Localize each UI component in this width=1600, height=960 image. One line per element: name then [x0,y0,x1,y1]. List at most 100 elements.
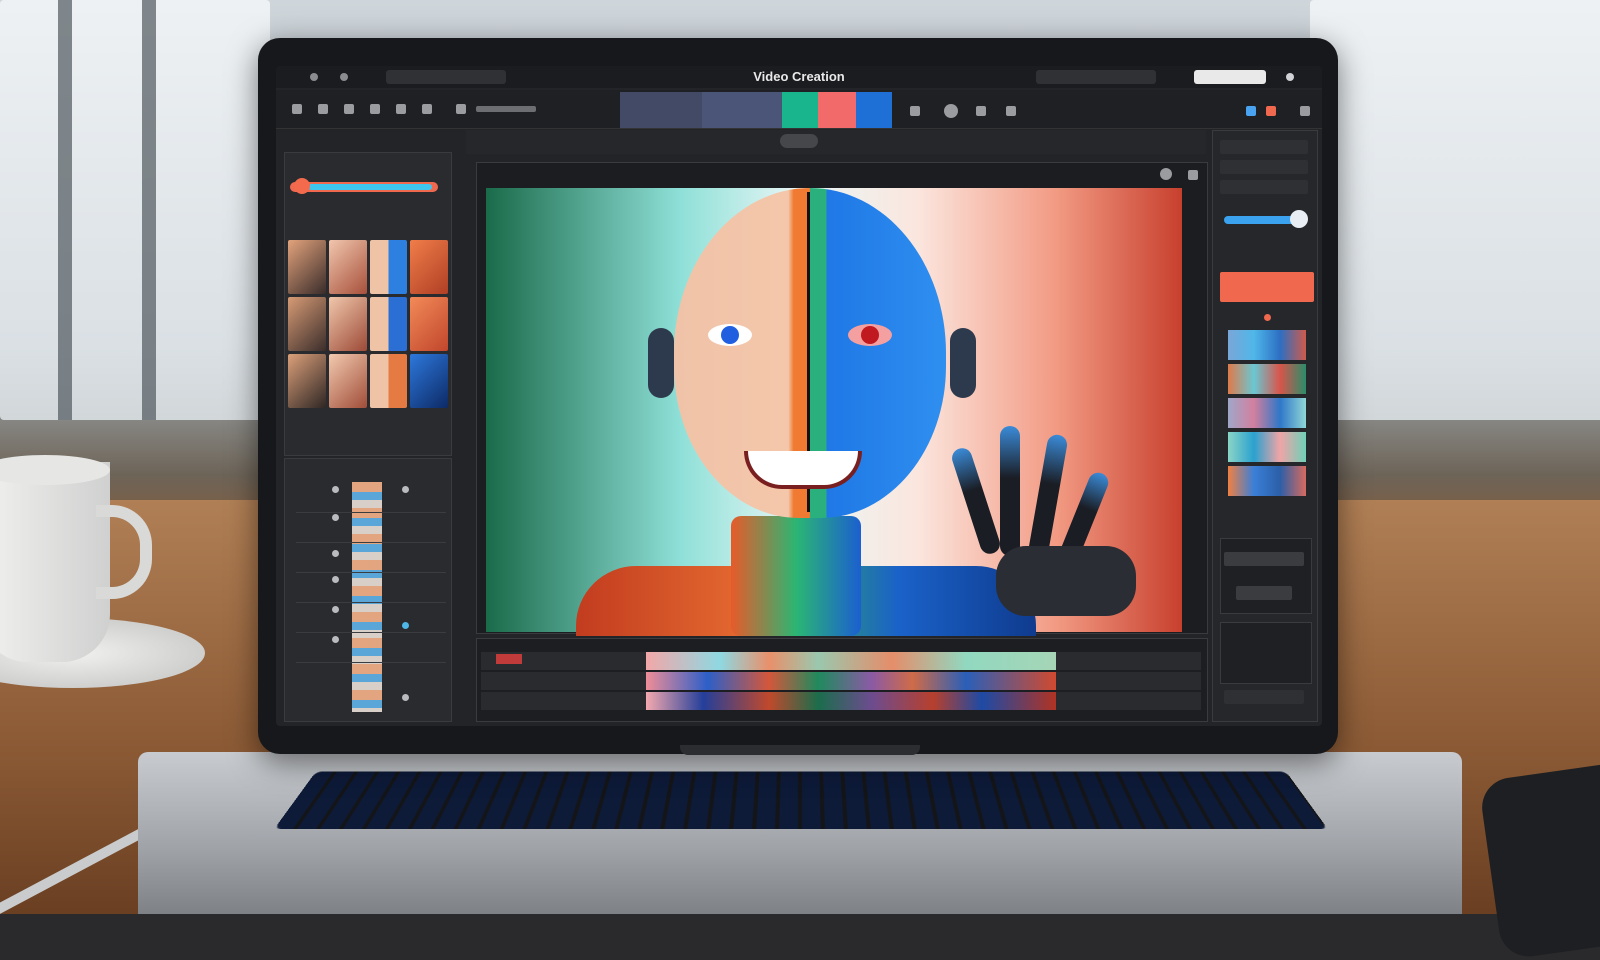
robot-iris-right [861,326,879,344]
render-button[interactable] [1236,586,1292,600]
globe-icon[interactable] [944,104,958,118]
clip-row-divider [296,632,446,633]
robot-neck [731,516,861,636]
face-thumbnail[interactable] [288,297,326,351]
effect-slider-fill [308,184,432,190]
face-thumbnail[interactable] [369,240,408,294]
clip-marker-icon[interactable] [332,550,339,557]
background-window [0,0,270,420]
clip-filmstrip[interactable] [352,482,382,712]
clip-row-divider [296,512,446,513]
text-tool-icon[interactable] [422,104,432,114]
app-window: Video Creation [276,66,1322,726]
clip-marker-icon[interactable] [332,514,339,521]
square-icon[interactable] [910,106,920,116]
layers-tool-icon[interactable] [370,104,380,114]
background-window [1310,0,1600,420]
robot-finger [1027,433,1069,559]
face-thumbnail[interactable] [328,354,367,408]
color-swatch-green[interactable] [782,92,818,128]
color-indicator [1264,314,1271,321]
output-option[interactable] [1224,690,1304,704]
timeline-clip[interactable] [646,692,1056,710]
close-icon[interactable] [1188,170,1198,180]
face-thumbnail[interactable] [369,354,408,408]
clip-marker-icon[interactable] [332,636,339,643]
project-label [476,106,536,112]
face-thumbnail[interactable] [410,354,448,408]
laptop-keyboard [274,771,1328,829]
property-row[interactable] [1220,160,1308,174]
render-options-box [1220,538,1312,614]
title-bar: Video Creation [276,66,1322,88]
frame-icon[interactable] [1006,106,1016,116]
property-row[interactable] [1220,180,1308,194]
timeline-clip[interactable] [646,652,1056,670]
timeline-clip[interactable] [646,672,1056,690]
opacity-slider-track [1224,216,1300,224]
effects-tool-icon[interactable] [396,104,406,114]
select-tool-icon[interactable] [318,104,328,114]
clip-preview-thumb[interactable] [620,92,702,128]
face-thumbnail[interactable] [328,240,367,294]
palette-swatch[interactable] [1228,330,1306,360]
clip-marker-icon[interactable] [332,486,339,493]
laptop-hinge [680,745,920,755]
opacity-slider-knob[interactable] [1290,210,1308,228]
property-row[interactable] [1220,140,1308,154]
robot-eye-right [848,324,892,346]
apply-effect-button[interactable] [1220,272,1314,302]
color-swatch-red[interactable] [818,92,856,128]
clip-row-divider [296,602,446,603]
mouse-pad [1478,759,1600,960]
face-thumbnail[interactable] [410,297,448,351]
project-icon[interactable] [456,104,466,114]
clip-row-divider [296,662,446,663]
palette-swatch[interactable] [1228,432,1306,462]
pen-tool-icon[interactable] [292,104,302,114]
clip-time-icon [402,486,409,493]
robot-eye-left [708,324,752,346]
settings-icon[interactable] [1286,73,1294,81]
robot-finger [1000,426,1020,556]
output-box [1220,622,1312,684]
titlebar-info [1036,70,1156,84]
face-thumbnail[interactable] [328,297,367,351]
robot-iris-left [721,326,739,344]
crop-tool-icon[interactable] [344,104,354,114]
face-thumbnail[interactable] [410,240,448,294]
face-thumbnail[interactable] [369,297,408,351]
window-frame [58,0,72,420]
robot-hand [949,426,1146,626]
palette-swatch[interactable] [1228,364,1306,394]
robot-palm [996,546,1136,616]
palette-swatch[interactable] [1228,466,1306,496]
face-thumbnail-grid [288,240,448,408]
render-option[interactable] [1224,552,1304,566]
clip-preview-thumb[interactable] [702,92,782,128]
clip-time-icon [402,622,409,629]
export-button[interactable] [1194,70,1266,84]
clip-marker-icon[interactable] [332,576,339,583]
fullscreen-icon[interactable] [1300,106,1310,116]
color-swatch-blue[interactable] [856,92,892,128]
robot-ear-right [950,328,976,398]
clip-marker-icon[interactable] [332,606,339,613]
palette-swatch[interactable] [1228,398,1306,428]
playback-toggle[interactable] [780,134,818,148]
robot-finger [949,445,1003,557]
coffee-cup [0,462,110,662]
record-icon[interactable] [1266,106,1276,116]
brush-icon[interactable] [976,106,986,116]
viewer-subtoolbar [466,130,1206,154]
timeline-marker[interactable] [496,654,522,664]
share-icon[interactable] [1246,106,1256,116]
face-thumbnail[interactable] [288,354,326,408]
clip-row-divider [296,572,446,573]
window-title: Video Creation [753,69,845,84]
effect-slider-knob[interactable] [294,178,310,194]
gear-icon[interactable] [1160,168,1172,180]
face-thumbnail[interactable] [288,240,326,294]
clip-row-divider [296,542,446,543]
clip-time-icon [402,694,409,701]
